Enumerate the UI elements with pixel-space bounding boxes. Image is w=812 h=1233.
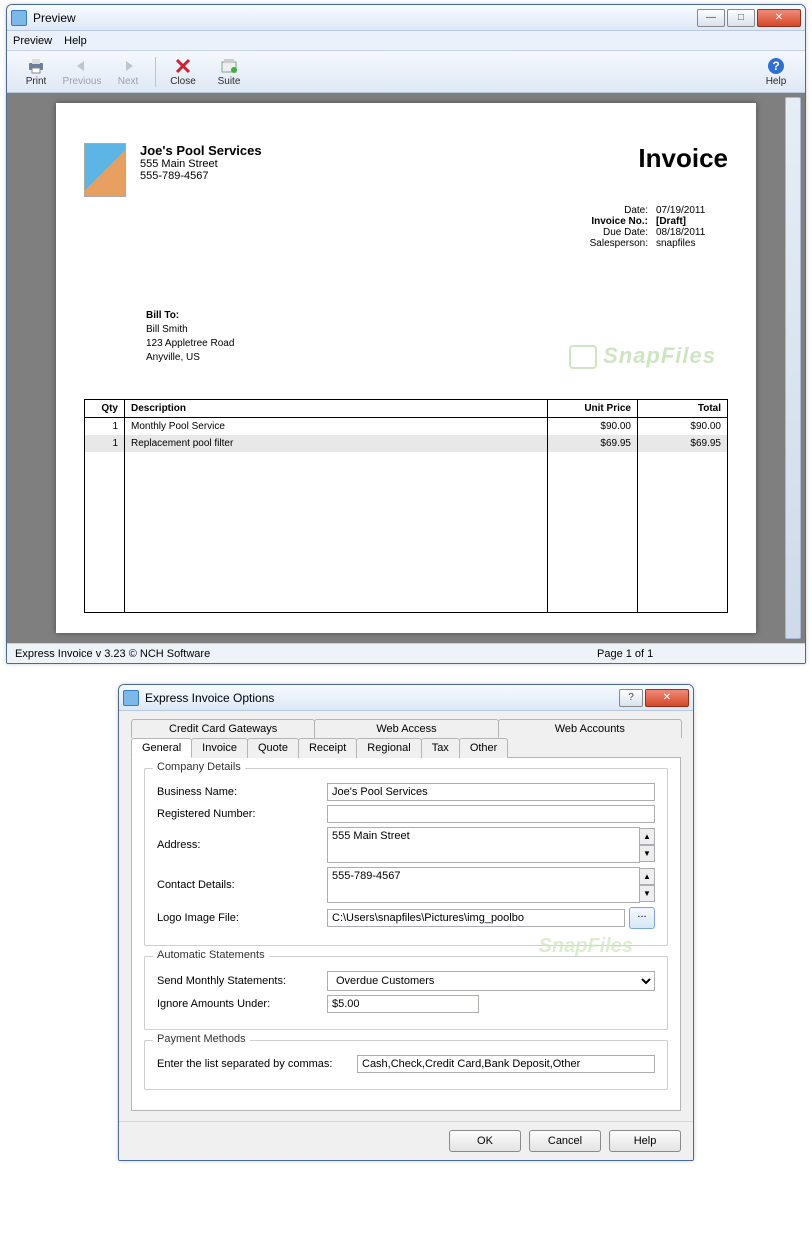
line-items-table: Qty Description Unit Price Total 1 Month… (84, 399, 728, 613)
previous-button: Previous (59, 53, 105, 91)
group-payment-methods: Payment Methods Enter the list separated… (144, 1040, 668, 1090)
dialog-close-button[interactable]: ✕ (645, 689, 689, 707)
label-reg-number: Registered Number: (157, 808, 327, 820)
print-button[interactable]: Print (13, 53, 59, 91)
tab-quote[interactable]: Quote (247, 738, 299, 758)
preview-window: Preview — □ ✕ Preview Help Print Previou… (6, 4, 806, 664)
app-icon (123, 690, 139, 706)
tab-regional[interactable]: Regional (356, 738, 421, 758)
tab-web-accounts[interactable]: Web Accounts (498, 719, 682, 738)
tabs-lower: General Invoice Quote Receipt Regional T… (131, 738, 681, 758)
contact-input[interactable]: 555-789-4567 (327, 867, 640, 903)
ignore-under-input[interactable] (327, 995, 479, 1013)
ok-button[interactable]: OK (449, 1130, 521, 1152)
group-auto-statements: Automatic Statements Send Monthly Statem… (144, 956, 668, 1030)
close-button[interactable]: Close (160, 53, 206, 91)
minimize-button[interactable]: — (697, 9, 725, 27)
address-spinner[interactable]: ▲▼ (639, 828, 655, 862)
menu-help[interactable]: Help (64, 35, 87, 47)
company-phone: 555-789-4567 (140, 170, 262, 182)
label-business-name: Business Name: (157, 786, 327, 798)
label-logo-file: Logo Image File: (157, 912, 327, 924)
tabs-upper: Credit Card Gateways Web Access Web Acco… (131, 719, 681, 738)
payment-list-input[interactable] (357, 1055, 655, 1073)
help-button[interactable]: ? Help (753, 53, 799, 91)
label-address: Address: (157, 839, 327, 851)
document-title: Invoice (638, 143, 728, 174)
watermark: SnapFiles (569, 343, 716, 369)
col-unit-price: Unit Price (548, 400, 638, 418)
menu-preview[interactable]: Preview (13, 35, 52, 47)
suite-icon (219, 57, 239, 75)
table-row: 1 Monthly Pool Service $90.00 $90.00 (85, 418, 728, 436)
label-payment-list: Enter the list separated by commas: (157, 1058, 357, 1070)
table-row: 1 Replacement pool filter $69.95 $69.95 (85, 435, 728, 452)
titlebar[interactable]: Preview — □ ✕ (7, 5, 805, 31)
dialog-buttons: OK Cancel Help (119, 1121, 693, 1160)
window-title: Preview (33, 11, 697, 25)
browse-button[interactable]: ... (629, 907, 655, 929)
company-logo (84, 143, 126, 197)
table-empty-space (85, 452, 728, 612)
business-name-input[interactable] (327, 783, 655, 801)
options-dialog: Express Invoice Options ? ✕ Credit Card … (118, 684, 694, 1161)
close-window-button[interactable]: ✕ (757, 9, 801, 27)
help-button[interactable]: Help (609, 1130, 681, 1152)
arrow-right-icon (118, 57, 138, 75)
col-desc: Description (125, 400, 548, 418)
tab-other[interactable]: Other (459, 738, 509, 758)
toolbar: Print Previous Next Close Suite ? Help (7, 51, 805, 93)
preview-viewport[interactable]: Joe's Pool Services 555 Main Street 555-… (7, 93, 805, 643)
label-ignore-under: Ignore Amounts Under: (157, 998, 327, 1010)
reg-number-input[interactable] (327, 805, 655, 823)
help-icon: ? (766, 57, 786, 75)
label-contact: Contact Details: (157, 879, 327, 891)
col-qty: Qty (85, 400, 125, 418)
status-version: Express Invoice v 3.23 © NCH Software (15, 648, 597, 660)
logo-file-input[interactable] (327, 909, 625, 927)
invoice-page: Joe's Pool Services 555 Main Street 555-… (56, 103, 756, 633)
address-input[interactable]: 555 Main Street (327, 827, 640, 863)
watermark: SnapFiles (539, 935, 633, 958)
toolbar-separator (155, 57, 156, 87)
company-name: Joe's Pool Services (140, 143, 262, 158)
maximize-button[interactable]: □ (727, 9, 755, 27)
status-page: Page 1 of 1 (597, 648, 797, 660)
next-button: Next (105, 53, 151, 91)
x-icon (173, 57, 193, 75)
tab-cc-gateways[interactable]: Credit Card Gateways (131, 719, 315, 738)
invoice-meta: Date:07/19/2011 Invoice No.:[Draft] Due … (84, 205, 728, 249)
suite-button[interactable]: Suite (206, 53, 252, 91)
tab-panel-general: Company Details Business Name: Registere… (131, 757, 681, 1111)
tab-general[interactable]: General (131, 738, 192, 758)
dialog-help-button[interactable]: ? (619, 689, 643, 707)
company-address: 555 Main Street (140, 158, 262, 170)
group-company-details: Company Details Business Name: Registere… (144, 768, 668, 946)
dialog-title: Express Invoice Options (145, 691, 619, 705)
statusbar: Express Invoice v 3.23 © NCH Software Pa… (7, 643, 805, 663)
tab-tax[interactable]: Tax (421, 738, 460, 758)
label-send-monthly: Send Monthly Statements: (157, 975, 327, 987)
tab-invoice[interactable]: Invoice (191, 738, 248, 758)
printer-icon (26, 57, 46, 75)
menubar: Preview Help (7, 31, 805, 51)
cancel-button[interactable]: Cancel (529, 1130, 601, 1152)
arrow-left-icon (72, 57, 92, 75)
send-monthly-select[interactable]: Overdue Customers (327, 971, 655, 991)
app-icon (11, 10, 27, 26)
dialog-titlebar[interactable]: Express Invoice Options ? ✕ (119, 685, 693, 711)
contact-spinner[interactable]: ▲▼ (639, 868, 655, 902)
tab-receipt[interactable]: Receipt (298, 738, 357, 758)
tab-web-access[interactable]: Web Access (314, 719, 498, 738)
col-total: Total (638, 400, 728, 418)
svg-text:?: ? (772, 59, 779, 73)
